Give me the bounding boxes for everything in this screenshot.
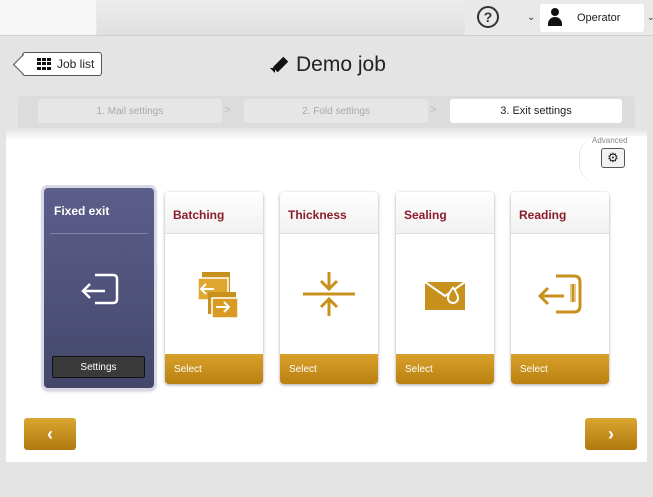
step-tabs: 1. Mail settings > 2. Fold settings > 3.… xyxy=(18,96,635,128)
user-icon xyxy=(548,8,562,26)
card-title: Reading xyxy=(511,192,609,234)
batching-icon xyxy=(165,235,263,353)
operator-label: Operator xyxy=(577,12,621,24)
card-reading[interactable]: Reading Select xyxy=(511,192,609,384)
gear-icon[interactable]: ⚙ xyxy=(601,148,625,168)
page-title-group: Demo job xyxy=(270,52,386,78)
next-button[interactable]: › xyxy=(585,418,637,450)
chevron-down-icon[interactable]: ⌄ xyxy=(527,12,535,23)
pencil-icon xyxy=(270,56,288,74)
grid-icon xyxy=(37,58,53,70)
card-title: Batching xyxy=(165,192,263,234)
advanced-label: Advanced xyxy=(592,136,628,145)
operator-chevron-icon[interactable]: ⌄ xyxy=(647,12,653,23)
step-exit-settings[interactable]: 3. Exit settings xyxy=(450,99,622,123)
top-bar-left-area xyxy=(0,0,96,35)
page-title: Demo job xyxy=(296,53,386,76)
card-sealing[interactable]: Sealing Select xyxy=(396,192,494,384)
settings-button[interactable]: Settings xyxy=(52,356,145,378)
operator-menu[interactable]: Operator xyxy=(540,4,644,32)
select-button[interactable]: Select xyxy=(165,354,263,384)
exit-arrow-icon xyxy=(44,236,154,342)
card-batching[interactable]: Batching Select xyxy=(165,192,263,384)
step-mail-settings[interactable]: 1. Mail settings xyxy=(38,99,222,123)
job-list-label: Job list xyxy=(57,57,95,71)
step-arrow-icon: > xyxy=(430,104,437,116)
card-title: Thickness xyxy=(280,192,378,234)
step-fold-settings[interactable]: 2. Fold settings xyxy=(244,99,428,123)
card-title: Sealing xyxy=(396,192,494,234)
bottom-strip xyxy=(0,462,653,497)
previous-button[interactable]: ‹ xyxy=(24,418,76,450)
select-button[interactable]: Select xyxy=(280,354,378,384)
card-fixed-exit[interactable]: Fixed exit Settings xyxy=(44,188,154,388)
help-icon[interactable]: ? xyxy=(477,6,499,28)
top-bar: ? ⌄ Operator ⌄ xyxy=(0,0,653,36)
card-title: Fixed exit xyxy=(50,188,148,234)
top-bar-status-area xyxy=(97,0,465,35)
step-arrow-icon: > xyxy=(224,104,231,116)
reading-icon xyxy=(511,235,609,353)
select-button[interactable]: Select xyxy=(396,354,494,384)
card-thickness[interactable]: Thickness Select xyxy=(280,192,378,384)
panel-shadow xyxy=(6,128,647,140)
select-button[interactable]: Select xyxy=(511,354,609,384)
thickness-icon xyxy=(280,235,378,353)
job-list-button[interactable]: Job list xyxy=(22,52,102,76)
sealing-icon xyxy=(396,235,494,353)
